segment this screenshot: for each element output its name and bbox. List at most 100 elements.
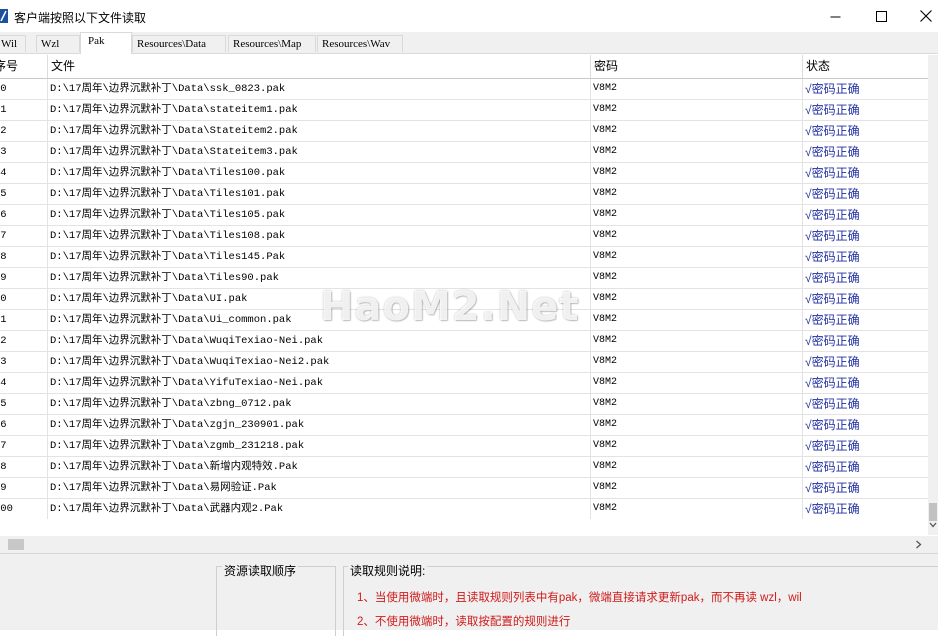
row-password: V8M2	[591, 184, 803, 204]
row-file-path: D:\17周年\边界沉默补丁\Data\stateitem1.pak	[48, 100, 591, 120]
row-password: V8M2	[591, 373, 803, 393]
row-number: 95	[0, 394, 48, 414]
tab-resources-data[interactable]: Resources\Data	[132, 35, 226, 52]
file-list-table[interactable]: 序号 文件 密码 状态 80D:\17周年\边界沉默补丁\Data\ssk_08…	[0, 55, 928, 519]
column-header-password[interactable]: 密码	[591, 55, 803, 78]
row-password: V8M2	[591, 289, 803, 309]
table-row[interactable]: 86D:\17周年\边界沉默补丁\Data\Tiles105.pakV8M2√密…	[0, 205, 928, 226]
maximize-button[interactable]	[858, 0, 904, 32]
table-row[interactable]: 91D:\17周年\边界沉默补丁\Data\Ui_common.pakV8M2√…	[0, 310, 928, 331]
column-header-status[interactable]: 状态	[803, 55, 928, 78]
row-file-path: D:\17周年\边界沉默补丁\Data\Tiles105.pak	[48, 205, 591, 225]
table-row[interactable]: 100D:\17周年\边界沉默补丁\Data\武器内观2.PakV8M2√密码正…	[0, 499, 928, 519]
table-row[interactable]: 82D:\17周年\边界沉默补丁\Data\Stateitem2.pakV8M2…	[0, 121, 928, 142]
table-row[interactable]: 94D:\17周年\边界沉默补丁\Data\YifuTexiao-Nei.pak…	[0, 373, 928, 394]
row-number: 92	[0, 331, 48, 351]
table-row[interactable]: 92D:\17周年\边界沉默补丁\Data\WuqiTexiao-Nei.pak…	[0, 331, 928, 352]
row-number: 96	[0, 415, 48, 435]
table-row[interactable]: 83D:\17周年\边界沉默补丁\Data\Stateitem3.pakV8M2…	[0, 142, 928, 163]
table-row[interactable]: 84D:\17周年\边界沉默补丁\Data\Tiles100.pakV8M2√密…	[0, 163, 928, 184]
tab-resources-map[interactable]: Resources\Map	[228, 35, 316, 52]
table-header: 序号 文件 密码 状态	[0, 55, 928, 79]
row-status: √密码正确	[805, 397, 860, 411]
row-password: V8M2	[591, 394, 803, 414]
row-file-path: D:\17周年\边界沉默补丁\Data\WuqiTexiao-Nei2.pak	[48, 352, 591, 372]
horizontal-scroll-thumb[interactable]	[8, 539, 24, 550]
row-password: V8M2	[591, 415, 803, 435]
resource-order-label: 资源读取顺序	[222, 562, 299, 579]
row-number: 83	[0, 142, 48, 162]
row-number: 80	[0, 79, 48, 99]
row-file-path: D:\17周年\边界沉默补丁\Data\zbng_0712.pak	[48, 394, 591, 414]
scroll-corner	[928, 536, 938, 553]
row-file-path: D:\17周年\边界沉默补丁\Data\UI.pak	[48, 289, 591, 309]
row-number: 98	[0, 457, 48, 477]
row-status: √密码正确	[805, 166, 860, 180]
minimize-button[interactable]	[812, 0, 858, 32]
row-file-path: D:\17周年\边界沉默补丁\Data\Stateitem3.pak	[48, 142, 591, 162]
row-password: V8M2	[591, 142, 803, 162]
scroll-down-button[interactable]	[928, 520, 938, 530]
app-icon	[0, 9, 8, 23]
row-file-path: D:\17周年\边界沉默补丁\Data\Ui_common.pak	[48, 310, 591, 330]
minimize-icon	[830, 16, 840, 17]
row-file-path: D:\17周年\边界沉默补丁\Data\新增内观特效.Pak	[48, 457, 591, 477]
column-header-no[interactable]: 序号	[0, 55, 48, 78]
vertical-scrollbar[interactable]	[928, 55, 938, 535]
row-status: √密码正确	[805, 271, 860, 285]
row-status: √密码正确	[805, 355, 860, 369]
row-file-path: D:\17周年\边界沉默补丁\Data\Tiles145.Pak	[48, 247, 591, 267]
row-status: √密码正确	[805, 145, 860, 159]
row-status: √密码正确	[805, 208, 860, 222]
horizontal-scrollbar[interactable]	[0, 536, 928, 553]
table-row[interactable]: 97D:\17周年\边界沉默补丁\Data\zgmb_231218.pakV8M…	[0, 436, 928, 457]
scroll-right-button[interactable]	[911, 536, 925, 553]
row-password: V8M2	[591, 205, 803, 225]
table-row[interactable]: 81D:\17周年\边界沉默补丁\Data\stateitem1.pakV8M2…	[0, 100, 928, 121]
row-password: V8M2	[591, 163, 803, 183]
tab-wzl[interactable]: Wzl	[36, 35, 80, 52]
table-row[interactable]: 80D:\17周年\边界沉默补丁\Data\ssk_0823.pakV8M2√密…	[0, 79, 928, 100]
row-file-path: D:\17周年\边界沉默补丁\Data\Tiles101.pak	[48, 184, 591, 204]
table-row[interactable]: 98D:\17周年\边界沉默补丁\Data\新增内观特效.PakV8M2√密码正…	[0, 457, 928, 478]
row-number: 94	[0, 373, 48, 393]
table-row[interactable]: 99D:\17周年\边界沉默补丁\Data\易网验证.PakV8M2√密码正确	[0, 478, 928, 499]
bottom-panel: 资源读取顺序 读取规则说明: 1、当使用微端时，且读取规则列表中有pak，微端直…	[0, 553, 938, 636]
table-row[interactable]: 88D:\17周年\边界沉默补丁\Data\Tiles145.PakV8M2√密…	[0, 247, 928, 268]
row-password: V8M2	[591, 247, 803, 267]
row-password: V8M2	[591, 268, 803, 288]
table-row[interactable]: 90D:\17周年\边界沉默补丁\Data\UI.pakV8M2√密码正确	[0, 289, 928, 310]
row-password: V8M2	[591, 121, 803, 141]
row-number: 84	[0, 163, 48, 183]
row-status: √密码正确	[805, 187, 860, 201]
row-number: 85	[0, 184, 48, 204]
row-status: √密码正确	[805, 439, 860, 453]
row-password: V8M2	[591, 331, 803, 351]
close-icon	[920, 10, 932, 22]
table-row[interactable]: 89D:\17周年\边界沉默补丁\Data\Tiles90.pakV8M2√密码…	[0, 268, 928, 289]
row-status: √密码正确	[805, 124, 860, 138]
row-number: 87	[0, 226, 48, 246]
row-number: 81	[0, 100, 48, 120]
column-header-file[interactable]: 文件	[48, 55, 591, 78]
tab-pak[interactable]: Pak	[80, 32, 132, 54]
row-password: V8M2	[591, 499, 803, 519]
row-file-path: D:\17周年\边界沉默补丁\Data\WuqiTexiao-Nei.pak	[48, 331, 591, 351]
row-status: √密码正确	[805, 418, 860, 432]
tab-resources-wav[interactable]: Resources\Wav	[317, 35, 403, 52]
row-password: V8M2	[591, 478, 803, 498]
close-button[interactable]	[903, 0, 938, 32]
table-row[interactable]: 95D:\17周年\边界沉默补丁\Data\zbng_0712.pakV8M2√…	[0, 394, 928, 415]
row-number: 99	[0, 478, 48, 498]
table-row[interactable]: 85D:\17周年\边界沉默补丁\Data\Tiles101.pakV8M2√密…	[0, 184, 928, 205]
row-password: V8M2	[591, 79, 803, 99]
table-row[interactable]: 96D:\17周年\边界沉默补丁\Data\zgjn_230901.pakV8M…	[0, 415, 928, 436]
row-file-path: D:\17周年\边界沉默补丁\Data\武器内观2.Pak	[48, 499, 591, 519]
table-row[interactable]: 93D:\17周年\边界沉默补丁\Data\WuqiTexiao-Nei2.pa…	[0, 352, 928, 373]
row-file-path: D:\17周年\边界沉默补丁\Data\zgmb_231218.pak	[48, 436, 591, 456]
row-number: 91	[0, 310, 48, 330]
vertical-scroll-thumb[interactable]	[929, 503, 937, 521]
chevron-right-icon	[915, 540, 921, 549]
tab-wil[interactable]: Wil	[0, 35, 26, 52]
table-row[interactable]: 87D:\17周年\边界沉默补丁\Data\Tiles108.pakV8M2√密…	[0, 226, 928, 247]
